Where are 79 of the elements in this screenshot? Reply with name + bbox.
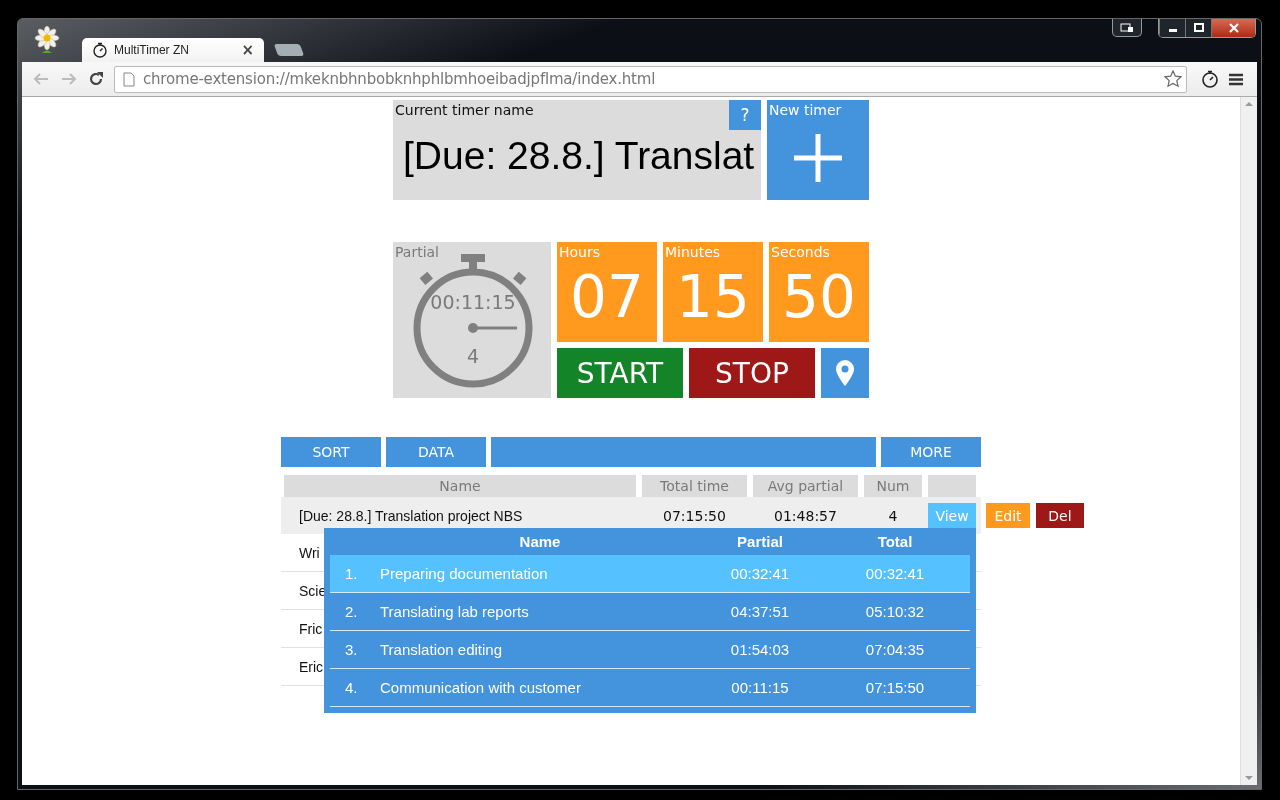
column-header[interactable]: Name	[284, 475, 636, 497]
time-unit-label: Seconds	[770, 243, 831, 260]
close-icon	[1227, 23, 1240, 33]
flower-logo-icon	[34, 26, 60, 56]
column-header: Total	[876, 533, 914, 550]
table-cell-text: 00:32:41	[864, 565, 926, 582]
menu-icon[interactable]	[1229, 72, 1243, 86]
new-tab-button[interactable]	[273, 44, 305, 56]
toolbar-button[interactable]: DATA	[386, 437, 486, 467]
minimize-button[interactable]	[1159, 19, 1185, 37]
reload-icon[interactable]	[88, 71, 104, 87]
window-switch-button[interactable]	[1112, 19, 1142, 37]
map-pin-icon	[835, 359, 855, 387]
table-cell-text: Preparing documentation	[380, 565, 549, 582]
delete-button[interactable]: Del	[1036, 503, 1084, 528]
partial-time: 00:11:15	[430, 291, 516, 313]
table-cell-text: Communication with customer	[380, 679, 582, 696]
partial-row[interactable]: 1. Preparing documentation 00:32:41 00:32:41	[330, 555, 970, 593]
time-value: 15	[675, 268, 751, 326]
location-button[interactable]	[821, 348, 869, 398]
browser-tab[interactable]: MultiTimer ZN ×	[82, 38, 264, 62]
address-bar[interactable]: chrome-extension://mkeknbhnbobknhphlbmhoeibadjpflma/index.html	[114, 65, 1187, 93]
stopwatch-icon[interactable]	[1201, 70, 1219, 88]
view-button[interactable]: View	[928, 503, 976, 528]
time-value: 07	[569, 268, 645, 326]
table-cell-text: Translation editing	[380, 641, 503, 658]
stopwatch-icon	[92, 42, 108, 58]
table-cell: [Due: 28.8.] Translation project NBS	[299, 507, 523, 524]
table-cell-text: 05:10:32	[864, 603, 926, 620]
plus-icon	[794, 134, 842, 182]
table-cell-text: Translating lab reports	[380, 603, 530, 620]
column-header[interactable]: Avg partial	[753, 475, 858, 497]
timer-name-field[interactable]: [Due: 28.8.] Translat	[393, 130, 761, 178]
page-icon	[123, 71, 135, 87]
partial-row[interactable]: 3. Translation editing 01:54:03 07:04:35	[330, 631, 970, 669]
current-timer-label: Current timer name	[394, 101, 534, 118]
partial-label: Partial	[395, 244, 439, 260]
table-cell-text: 04:37:51	[729, 603, 791, 620]
table-cell-text: 07:15:50	[864, 679, 926, 696]
partial-row[interactable]: 4. Communication with customer 00:11:15 07:15:50	[330, 669, 970, 707]
edit-button[interactable]: Edit	[986, 503, 1030, 528]
start-button[interactable]: START	[557, 348, 683, 398]
column-header: Partial	[736, 533, 784, 550]
url-text: chrome-extension://mkeknbhnbobknhphlbmhoeibadjpflma/index.html	[143, 70, 656, 88]
column-header[interactable]: Num	[864, 475, 922, 497]
table-cell-text: 07:15:50	[662, 507, 727, 524]
column-header: Name	[518, 533, 562, 550]
row-number: 1.	[344, 565, 359, 582]
table-cell: Wri	[299, 544, 320, 561]
table-cell-text: 4	[887, 507, 899, 524]
maximize-icon	[1193, 23, 1204, 33]
row-number: 3.	[344, 641, 359, 658]
row-number: 4.	[344, 679, 359, 696]
table-cell-text: 01:54:03	[729, 641, 791, 658]
table-cell-text: 00:32:41	[729, 565, 791, 582]
windows-icon	[1120, 22, 1134, 33]
time-unit-label: Hours	[558, 243, 601, 260]
toolbar-button[interactable]: MORE	[881, 437, 981, 467]
column-header[interactable]: Total time	[642, 475, 747, 497]
column-header	[928, 475, 976, 497]
partial-count: 4	[466, 345, 480, 367]
table-cell-text: 07:04:35	[864, 641, 926, 658]
table-cell: Fric	[299, 620, 323, 637]
star-icon[interactable]	[1164, 70, 1182, 88]
help-button[interactable]: ?	[729, 100, 761, 130]
toolbar-button[interactable]: SORT	[281, 437, 381, 467]
row-number: 2.	[344, 603, 359, 620]
new-timer-button[interactable]: New timer	[767, 100, 869, 200]
partial-row[interactable]: 2. Translating lab reports 04:37:51 05:10:32	[330, 593, 970, 631]
maximize-button[interactable]	[1185, 19, 1211, 37]
table-cell-text: 01:48:57	[773, 507, 838, 524]
time-unit-label: Minutes	[664, 243, 722, 260]
close-window-button[interactable]	[1211, 19, 1255, 37]
stop-button[interactable]: STOP	[689, 348, 815, 398]
time-value: 50	[781, 268, 857, 326]
table-cell: Eric	[299, 658, 324, 675]
table-cell-text: 00:11:15	[730, 679, 790, 696]
close-tab-button[interactable]: ×	[241, 41, 254, 59]
tab-title: MultiTimer ZN	[114, 43, 190, 57]
